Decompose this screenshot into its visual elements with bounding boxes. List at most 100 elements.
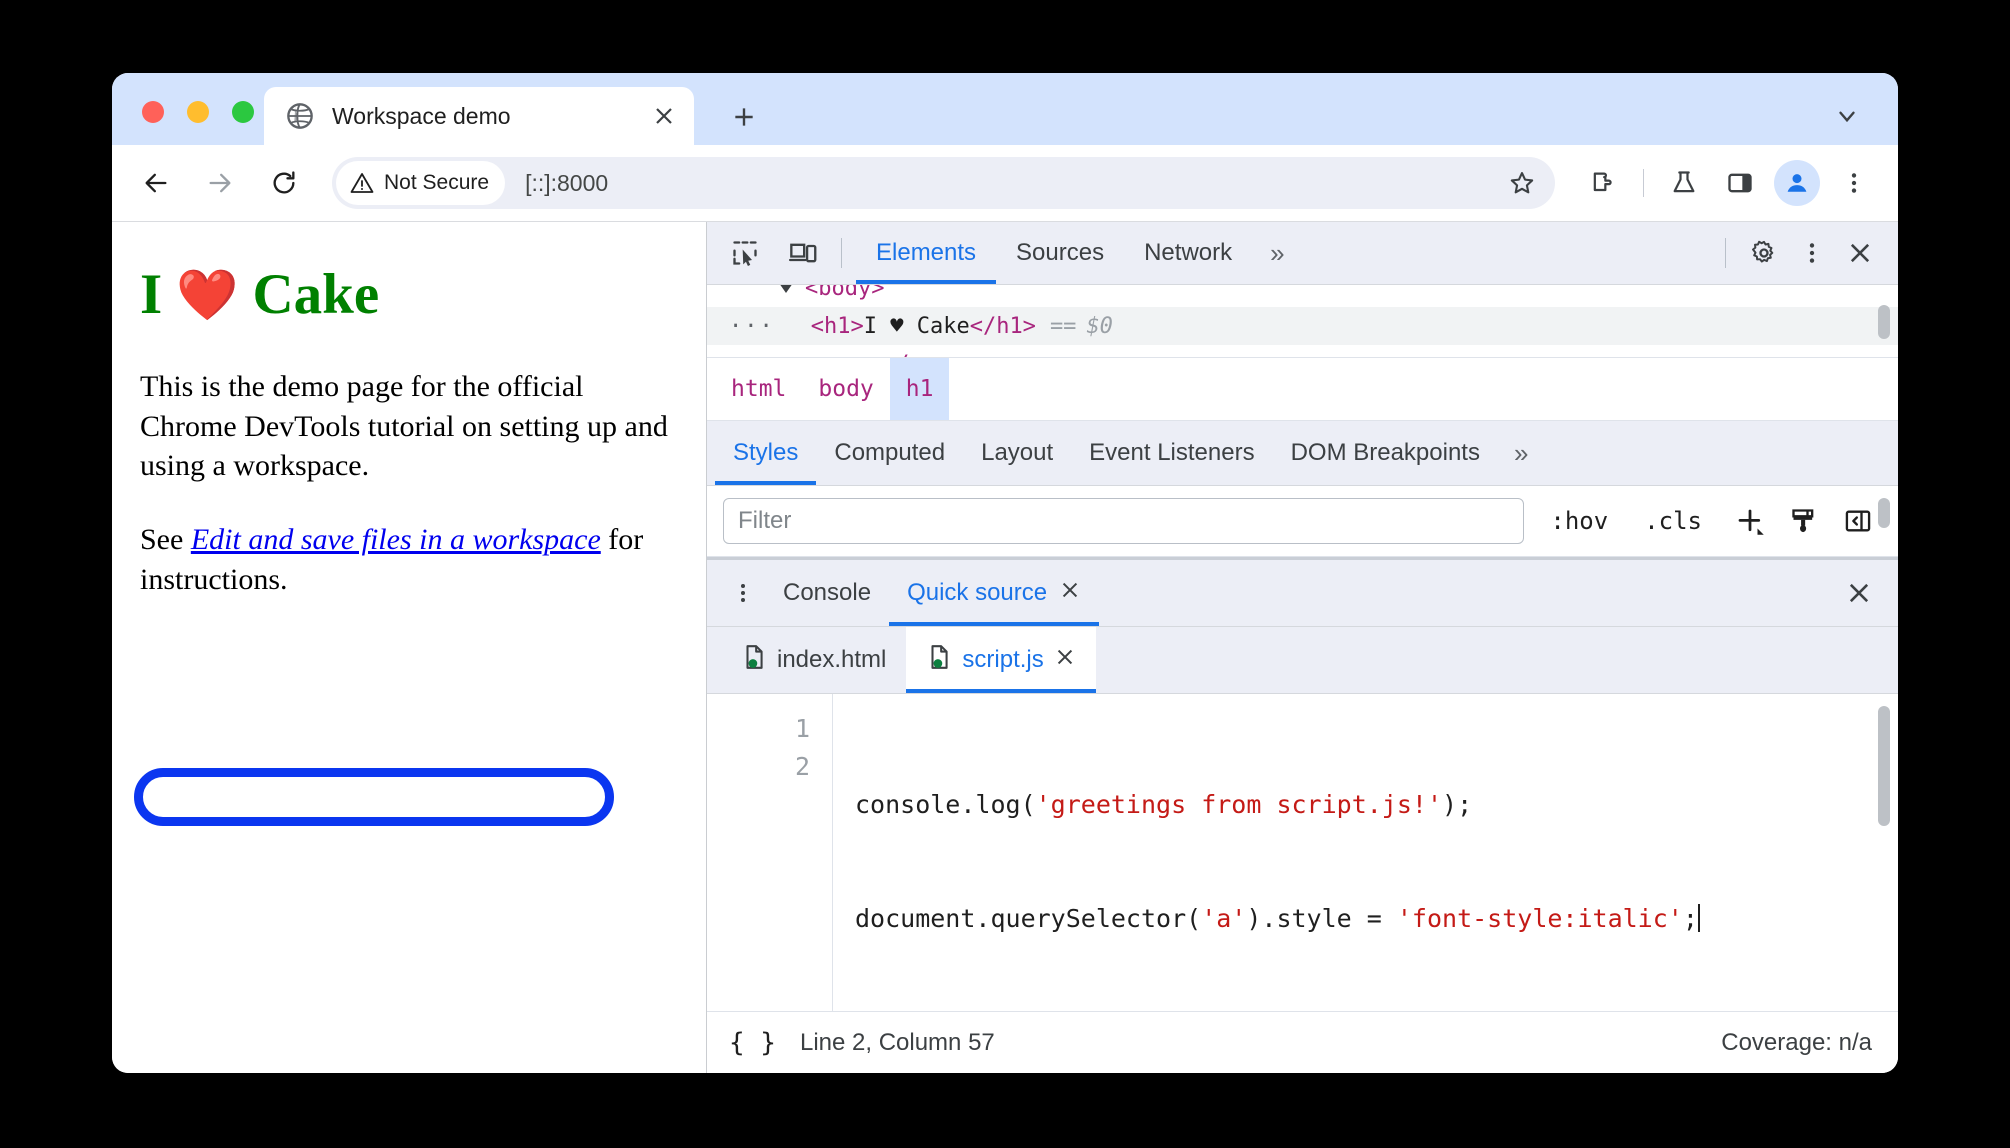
expand-triangle-icon[interactable] [779, 285, 793, 293]
line-number: 2 [794, 752, 810, 781]
file-tab-index-html[interactable]: index.html [721, 627, 906, 693]
maximize-window-button[interactable] [232, 101, 254, 123]
drawer-tab-label: Console [783, 579, 872, 606]
cls-toggle-button[interactable]: .cls [1634, 507, 1712, 535]
device-toolbar-icon[interactable] [779, 229, 827, 277]
inspect-element-icon[interactable] [721, 229, 769, 277]
tab-network[interactable]: Network [1124, 222, 1252, 284]
dom-badge[interactable]: ··· [729, 314, 775, 339]
site-security-chip[interactable]: Not Secure [336, 161, 506, 205]
dom-tree-scrollbar[interactable] [1878, 305, 1890, 339]
styles-action-buttons [1726, 497, 1882, 545]
file-mapped-icon [741, 644, 767, 677]
dom-tag-close: </p> [883, 352, 936, 358]
heart-icon: ❤️ [176, 267, 239, 324]
globe-icon [286, 102, 314, 130]
puzzle-piece-icon[interactable] [1577, 157, 1629, 209]
gear-icon[interactable] [1740, 229, 1788, 277]
page-heading: I ❤️ Cake [140, 263, 678, 327]
editor-status-bar: { } Line 2, Column 57 Coverage: n/a [707, 1011, 1898, 1073]
drawer-tab-quick-source[interactable]: Quick source [889, 560, 1100, 626]
omnibox[interactable]: Not Secure [::]:8000 [332, 157, 1555, 209]
warning-triangle-icon [350, 173, 374, 193]
kebab-menu-icon[interactable] [721, 571, 765, 615]
close-window-button[interactable] [142, 101, 164, 123]
toolbar-actions [1577, 157, 1880, 209]
plus-icon[interactable] [1726, 497, 1774, 545]
devtools-drawer: Console Quick source index.html script.j… [707, 557, 1898, 1073]
close-icon[interactable] [1054, 646, 1076, 675]
forward-button[interactable] [194, 157, 246, 209]
toolbar-divider [1643, 169, 1644, 197]
paint-brush-icon[interactable] [1780, 497, 1828, 545]
table-row[interactable]: ··· <h1> I ♥ Cake </h1> == $0 [707, 307, 1898, 345]
code-line-1: console.log('greetings from script.js!')… [855, 786, 1898, 824]
tab-layout[interactable]: Layout [963, 421, 1071, 485]
dom-row[interactable]: <body> [707, 285, 1898, 307]
cursor-position-label: Line 2, Column 57 [799, 1029, 995, 1056]
styles-scrollbar[interactable] [1878, 498, 1890, 528]
panels-overflow-button[interactable]: » [1252, 222, 1302, 284]
close-devtools-icon[interactable] [1836, 229, 1884, 277]
new-tab-button[interactable] [722, 95, 766, 139]
code-token: ); [1442, 790, 1473, 819]
kebab-menu-icon[interactable] [1828, 157, 1880, 209]
close-icon[interactable] [642, 94, 686, 138]
tab-dom-breakpoints[interactable]: DOM Breakpoints [1273, 421, 1498, 485]
page-viewport: I ❤️ Cake This is the demo page for the … [112, 222, 706, 1073]
flask-icon[interactable] [1658, 157, 1710, 209]
tab-sources[interactable]: Sources [996, 222, 1124, 284]
breadcrumb-item-h1[interactable]: h1 [889, 358, 950, 420]
close-icon[interactable] [1059, 579, 1081, 608]
code-content[interactable]: console.log('greetings from script.js!')… [833, 694, 1898, 1011]
styles-filter-bar: :hov .cls [707, 486, 1898, 557]
star-icon[interactable] [1499, 160, 1545, 206]
tab-strip: Workspace demo [112, 73, 1898, 145]
file-tab-label: script.js [962, 646, 1044, 673]
chevron-down-icon[interactable] [1824, 93, 1870, 139]
editor-scrollbar[interactable] [1878, 706, 1890, 826]
tab-event-listeners[interactable]: Event Listeners [1071, 421, 1272, 485]
tab-computed[interactable]: Computed [816, 421, 963, 485]
page-paragraph-intro: This is the demo page for the official C… [140, 369, 668, 483]
tab-styles[interactable]: Styles [715, 421, 817, 485]
drawer-tab-console[interactable]: Console [765, 560, 889, 626]
url-text[interactable]: [::]:8000 [525, 170, 1499, 197]
side-panel-icon[interactable] [1714, 157, 1766, 209]
back-button[interactable] [130, 157, 182, 209]
toggle-sidebar-icon[interactable] [1834, 497, 1882, 545]
close-drawer-icon[interactable] [1836, 570, 1882, 616]
hov-toggle-button[interactable]: :hov [1540, 507, 1618, 535]
dom-tree[interactable]: <body> ··· <h1> I ♥ Cake </h1> == $0 <p>… [707, 285, 1898, 357]
text-cursor [1697, 904, 1700, 932]
tab-elements[interactable]: Elements [856, 222, 997, 284]
browser-tab[interactable]: Workspace demo [264, 87, 694, 145]
breadcrumb-item-body[interactable]: body [802, 358, 889, 420]
code-token: ; [1682, 904, 1698, 933]
code-editor[interactable]: 1 2 console.log('greetings from script.j… [707, 694, 1898, 1011]
dom-tag-open: <p> [807, 352, 847, 358]
heading-text-after: Cake [252, 263, 380, 326]
code-line-2: document.querySelector('a').style = 'fon… [855, 900, 1898, 938]
dom-tag-close: </h1> [969, 313, 1036, 339]
file-tab-script-js[interactable]: script.js [906, 627, 1097, 693]
window-traffic-lights [142, 101, 254, 123]
reload-button[interactable] [258, 157, 310, 209]
minimize-window-button[interactable] [187, 101, 209, 123]
line-number: 1 [794, 714, 810, 743]
breadcrumb-item-html[interactable]: html [715, 358, 802, 420]
coverage-status-label: Coverage: n/a [1721, 1029, 1872, 1056]
security-label: Not Secure [384, 171, 490, 194]
filter-input[interactable] [723, 498, 1525, 544]
person-avatar-icon[interactable] [1774, 160, 1820, 206]
kebab-menu-icon[interactable] [1788, 229, 1836, 277]
pretty-print-button[interactable]: { } [729, 1028, 776, 1058]
devtools-panel: Elements Sources Network » <body> ··· <h… [706, 222, 1898, 1073]
devtools-toolbar-actions [1711, 229, 1884, 277]
code-string-token: 'greetings from script.js!' [1035, 790, 1443, 819]
browser-tab-title: Workspace demo [332, 102, 511, 129]
browser-toolbar: Not Secure [::]:8000 [112, 145, 1898, 221]
workspace-tutorial-link[interactable]: Edit and save files in a workspace [191, 523, 601, 556]
dom-row[interactable]: <p> </p> [707, 345, 1898, 358]
styles-tabs-overflow-button[interactable]: » [1498, 421, 1544, 485]
